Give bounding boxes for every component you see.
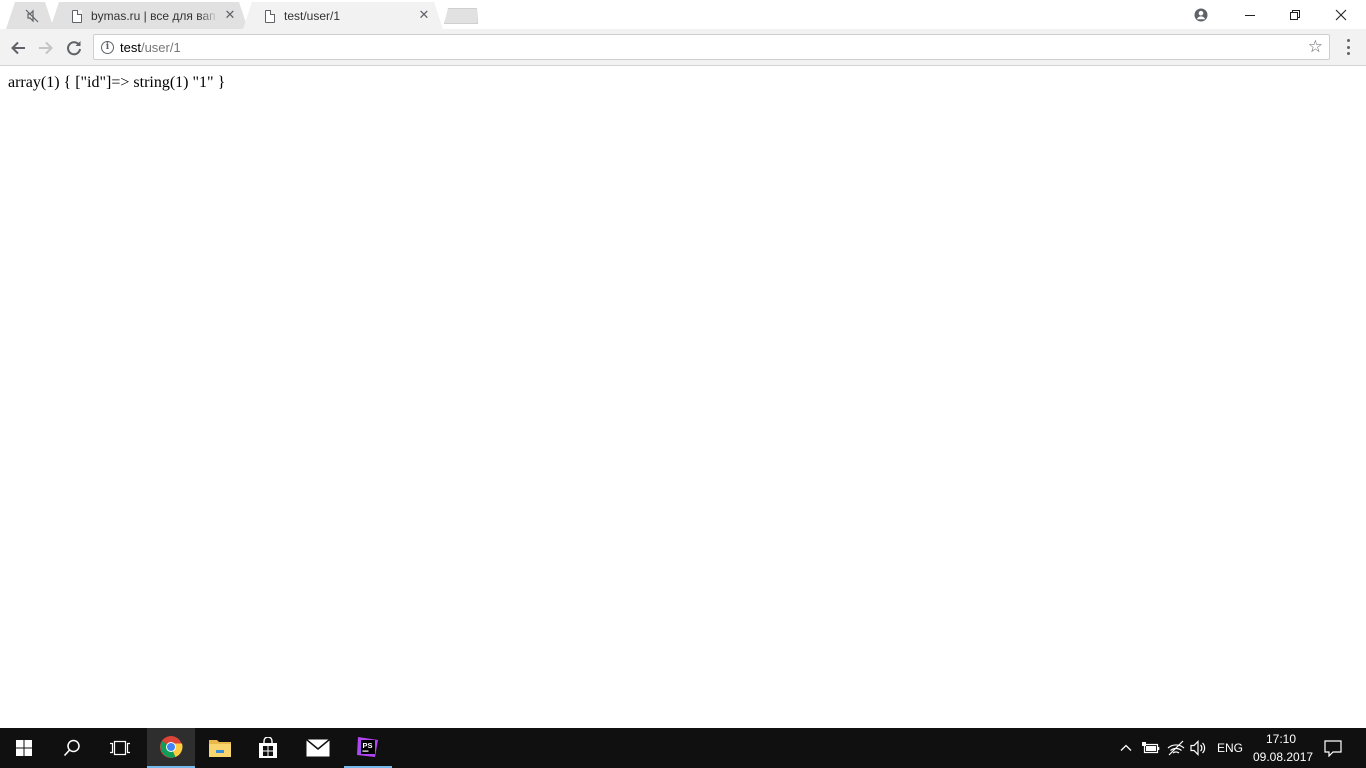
tab-title: test/user/1	[284, 9, 341, 23]
url-path: /user/1	[140, 40, 181, 55]
phpstorm-button[interactable]: PS	[344, 728, 392, 768]
tab-close-icon[interactable]: ✕	[224, 9, 236, 21]
close-window-button[interactable]	[1318, 0, 1364, 29]
page-content: array(1) { ["id"]=> string(1) "1" }	[0, 66, 1366, 728]
volume-icon[interactable]	[1190, 740, 1208, 756]
mail-icon	[306, 739, 330, 757]
new-tab-button[interactable]	[444, 8, 478, 24]
folder-icon	[209, 740, 231, 757]
tab-active[interactable]: test/user/1 ✕	[243, 2, 443, 29]
browser-toolbar: i test/user/1 ☆	[0, 29, 1366, 66]
task-view-icon	[110, 740, 130, 756]
tab-muted[interactable]	[6, 2, 54, 29]
mail-button[interactable]	[294, 728, 342, 768]
forward-button[interactable]	[34, 36, 58, 60]
input-language[interactable]: ENG	[1217, 741, 1243, 755]
var-dump-output: array(1) { ["id"]=> string(1) "1" }	[8, 74, 226, 91]
battery-icon[interactable]	[1142, 741, 1160, 755]
url-text[interactable]: test/user/1	[120, 40, 181, 55]
restore-button[interactable]	[1272, 0, 1318, 29]
file-explorer-button[interactable]	[196, 728, 244, 768]
svg-text:PS: PS	[363, 741, 373, 750]
browser-menu-icon[interactable]	[1340, 37, 1356, 57]
windows-icon	[16, 740, 32, 756]
action-center-icon[interactable]	[1324, 740, 1342, 758]
page-icon	[265, 10, 275, 23]
browser-titlebar: bymas.ru | все для вап м ✕ test/user/1 ✕	[0, 0, 1366, 29]
clock-time[interactable]: 17:10	[1266, 732, 1296, 746]
store-button[interactable]	[244, 728, 292, 768]
reload-button[interactable]	[62, 36, 86, 60]
bookmark-star-icon[interactable]: ☆	[1308, 38, 1323, 56]
chrome-icon	[160, 736, 183, 758]
start-button[interactable]	[0, 728, 48, 768]
back-button[interactable]	[6, 36, 30, 60]
url-host: test	[120, 40, 141, 55]
page-icon	[72, 10, 82, 23]
search-button[interactable]	[48, 728, 96, 768]
minimize-button[interactable]	[1227, 0, 1273, 29]
clock-date[interactable]: 09.08.2017	[1253, 750, 1313, 764]
search-icon	[63, 739, 80, 757]
windows-taskbar: PS ENG 17:10 09.08.2017	[0, 728, 1366, 768]
store-icon	[259, 737, 277, 758]
tab-close-icon[interactable]: ✕	[418, 9, 430, 21]
task-view-button[interactable]	[96, 728, 144, 768]
muted-icon	[25, 9, 39, 23]
wifi-icon[interactable]	[1167, 740, 1185, 756]
show-hidden-icons-chevron-icon[interactable]	[1119, 741, 1133, 755]
tab-title: bymas.ru | все для вап м	[91, 9, 218, 23]
address-bar[interactable]: i test/user/1 ☆	[93, 34, 1330, 60]
profile-icon[interactable]	[1178, 0, 1224, 29]
info-icon[interactable]: i	[101, 41, 114, 54]
phpstorm-icon: PS	[357, 737, 378, 757]
chrome-taskbar-button[interactable]	[147, 728, 195, 768]
tab-bymas[interactable]: bymas.ru | все для вап м ✕	[50, 2, 248, 29]
